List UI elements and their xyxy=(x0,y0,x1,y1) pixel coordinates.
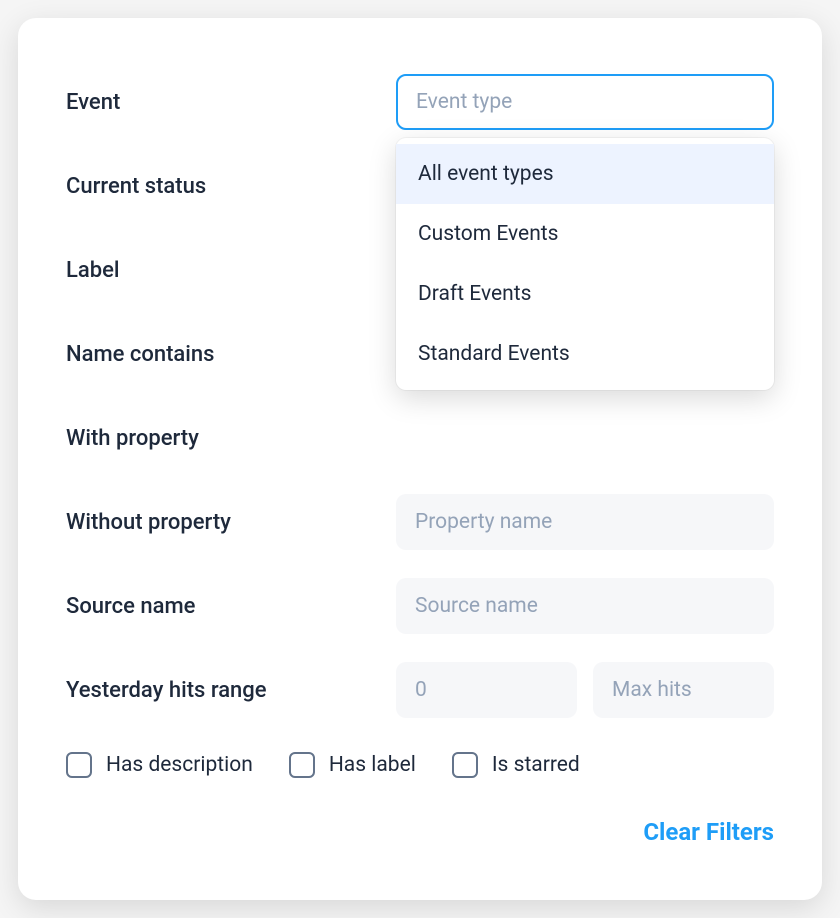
min-hits-placeholder: 0 xyxy=(415,678,427,702)
filter-panel: Event Event type All event types Custom … xyxy=(18,18,822,900)
checkbox-has-label[interactable]: Has label xyxy=(289,752,416,778)
label-source-name: Source name xyxy=(66,594,195,619)
label-without-property: Without property xyxy=(66,510,231,535)
max-hits-input[interactable]: Max hits xyxy=(593,662,774,718)
checkbox-label-has-description: Has description xyxy=(106,753,253,777)
footer: Clear Filters xyxy=(66,818,774,846)
row-with-property: With property xyxy=(66,410,774,466)
min-hits-input[interactable]: 0 xyxy=(396,662,577,718)
checkbox-box-icon xyxy=(452,752,478,778)
checkbox-is-starred[interactable]: Is starred xyxy=(452,752,580,778)
row-without-property: Without property Property name xyxy=(66,494,774,550)
row-event: Event Event type All event types Custom … xyxy=(66,74,774,130)
max-hits-placeholder: Max hits xyxy=(612,678,692,702)
clear-filters-link[interactable]: Clear Filters xyxy=(643,818,774,846)
source-name-input[interactable]: Source name xyxy=(396,578,774,634)
checkbox-box-icon xyxy=(289,752,315,778)
dropdown-option-draft[interactable]: Draft Events xyxy=(396,264,774,324)
without-property-input[interactable]: Property name xyxy=(396,494,774,550)
label-label: Label xyxy=(66,258,120,283)
checkbox-label-is-starred: Is starred xyxy=(492,753,580,777)
checkbox-label-has-label: Has label xyxy=(329,753,416,777)
checkbox-box-icon xyxy=(66,752,92,778)
dropdown-option-custom[interactable]: Custom Events xyxy=(396,204,774,264)
label-with-property: With property xyxy=(66,426,199,451)
row-hits-range: Yesterday hits range 0 Max hits xyxy=(66,662,774,718)
event-type-select[interactable]: Event type xyxy=(396,74,774,130)
checkbox-row: Has description Has label Is starred xyxy=(66,752,774,778)
dropdown-option-standard[interactable]: Standard Events xyxy=(396,324,774,384)
event-type-dropdown: All event types Custom Events Draft Even… xyxy=(396,138,774,390)
checkbox-has-description[interactable]: Has description xyxy=(66,752,253,778)
label-current-status: Current status xyxy=(66,174,206,199)
label-hits-range: Yesterday hits range xyxy=(66,678,267,703)
without-property-placeholder: Property name xyxy=(415,510,552,534)
event-type-placeholder: Event type xyxy=(416,90,512,114)
source-name-placeholder: Source name xyxy=(415,594,538,618)
dropdown-option-all[interactable]: All event types xyxy=(396,144,774,204)
row-source-name: Source name Source name xyxy=(66,578,774,634)
label-name-contains: Name contains xyxy=(66,342,214,367)
label-event: Event xyxy=(66,90,120,115)
